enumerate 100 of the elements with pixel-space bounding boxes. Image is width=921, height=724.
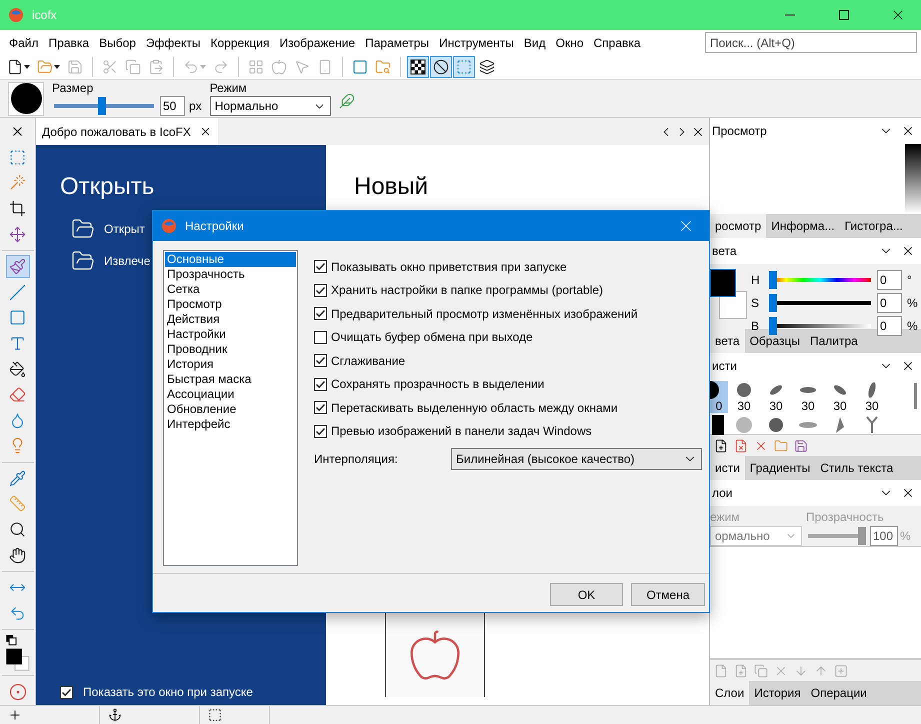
checkbox[interactable]	[314, 424, 327, 438]
panel-tab[interactable]: вета	[710, 329, 745, 353]
panel-tab[interactable]: Стиль текста	[815, 456, 898, 480]
cancel-button[interactable]: Отмена	[631, 583, 705, 606]
slider-thumb[interactable]	[769, 271, 777, 289]
checkerboard-button[interactable]	[407, 56, 429, 78]
channel-field[interactable]: 0	[877, 316, 902, 336]
category-item[interactable]: Ассоциации	[165, 387, 296, 402]
panel-tab[interactable]: Информа...	[766, 214, 840, 238]
ok-button[interactable]: OK	[550, 583, 623, 606]
panel-tab[interactable]: Гистогра...	[840, 214, 908, 238]
scissors-icon	[102, 59, 118, 75]
panel-tab[interactable]: Градиенты	[744, 456, 816, 480]
brush-preset[interactable]: 0	[710, 381, 728, 413]
slider-thumb[interactable]	[858, 527, 866, 545]
menu-item[interactable]: Файл	[4, 36, 44, 50]
panel-title: Просмотр	[712, 124, 768, 138]
redo-icon	[213, 59, 229, 75]
welcome-link[interactable]: Извлече	[104, 254, 150, 268]
panel-tab[interactable]: Операции	[806, 681, 872, 705]
menu-item[interactable]: Правка	[44, 36, 94, 50]
document-tab[interactable]: Добро пожаловать в IcoFX	[36, 118, 218, 145]
welcome-link[interactable]: Открыт	[104, 222, 145, 236]
merge-icon	[834, 664, 848, 678]
color-swatches-icon[interactable]	[710, 269, 750, 321]
rectangle-icon	[9, 309, 26, 326]
channel-label: H	[751, 273, 761, 287]
cursor-icon	[294, 59, 310, 75]
checkbox[interactable]	[314, 378, 327, 391]
template-tile[interactable]	[385, 613, 485, 697]
category-item[interactable]: Проводник	[165, 342, 296, 357]
scrollbar[interactable]	[914, 383, 917, 409]
menu-item[interactable]: Параметры	[360, 36, 434, 50]
file-icon	[7, 59, 23, 75]
channel-field[interactable]: 0	[877, 293, 902, 313]
interpolation-select[interactable]: Билинейная (высокое качество)	[451, 448, 702, 470]
text-icon	[9, 334, 26, 352]
menu-item[interactable]: Вид	[518, 36, 551, 50]
panel-title: вета	[712, 244, 738, 258]
category-item[interactable]: Обновление	[165, 402, 296, 417]
slider-thumb[interactable]	[98, 97, 106, 115]
checkbox[interactable]	[314, 260, 327, 274]
brush-preset[interactable]: 30	[792, 381, 824, 413]
checkbox[interactable]	[314, 330, 327, 344]
menu-item[interactable]: Окно	[550, 36, 588, 50]
menu-item[interactable]: Изображение	[274, 36, 360, 50]
mode-select[interactable]: Нормально	[210, 96, 331, 116]
checkbox[interactable]	[60, 686, 73, 698]
panel-tab[interactable]: исти	[710, 456, 745, 480]
open-heading: Открыть	[60, 173, 156, 201]
interpolation-label: Интерполяция:	[314, 452, 399, 466]
checkbox[interactable]	[314, 401, 327, 414]
anchor-icon	[108, 708, 122, 722]
folder-icon	[774, 438, 788, 452]
category-item[interactable]: Сетка	[165, 282, 296, 297]
category-item[interactable]: Быстрая маска	[165, 372, 296, 387]
opacity-field[interactable]: 100	[870, 526, 898, 546]
category-item[interactable]: Настройки	[165, 327, 296, 342]
category-item[interactable]: Интерфейс	[165, 417, 296, 432]
menu-item[interactable]: Справка	[588, 36, 646, 50]
brush-tip-icon	[769, 384, 783, 396]
panel-tab[interactable]: Слои	[710, 681, 750, 705]
channel-field[interactable]: 0	[877, 270, 902, 290]
checkbox[interactable]	[314, 284, 327, 297]
brush-preset[interactable]: 30	[824, 381, 856, 413]
brush-preview[interactable]	[8, 82, 44, 116]
panel-tab[interactable]: История	[749, 681, 806, 705]
panel-tab[interactable]: росмотр	[710, 214, 766, 238]
checkbox[interactable]	[314, 354, 327, 368]
panel-tab[interactable]: Палитра	[804, 329, 863, 353]
category-item[interactable]: Просмотр	[165, 297, 296, 312]
category-item[interactable]: История	[165, 357, 296, 372]
category-item[interactable]: Действия	[165, 312, 296, 327]
slider-thumb[interactable]	[769, 317, 777, 335]
brush-tip-icon	[868, 382, 876, 398]
close-icon	[901, 244, 915, 258]
folder-search-icon	[375, 59, 391, 75]
brush-preset[interactable]: 30	[728, 381, 760, 413]
brush-preset[interactable]: 30	[856, 381, 888, 413]
menu-item[interactable]: Эффекты	[140, 36, 206, 50]
checkbox[interactable]	[314, 307, 327, 320]
search-field[interactable]: Поиск... (Alt+Q)	[705, 32, 917, 53]
clipboard-icon	[148, 59, 164, 75]
color-swatches-icon[interactable]	[4, 633, 32, 672]
close-icon	[901, 359, 915, 373]
menu-item[interactable]: Коррекция	[205, 36, 274, 50]
brush-tip-icon	[800, 387, 816, 393]
slider-thumb[interactable]	[769, 294, 777, 312]
mask-button[interactable]	[430, 56, 452, 78]
brush-preset[interactable]: 30	[760, 381, 792, 413]
category-item[interactable]: Прозрачность	[165, 267, 296, 282]
category-item[interactable]: Основные	[165, 252, 296, 267]
blend-mode-select[interactable]: ормально	[710, 526, 802, 546]
size-field[interactable]: 50	[160, 96, 185, 116]
eraser-icon	[9, 386, 26, 404]
new-heading: Новый	[354, 173, 430, 201]
menu-item[interactable]: Инструменты	[434, 36, 519, 50]
menu-item[interactable]: Выбор	[94, 36, 141, 50]
option-label: Хранить настройки в папке программы (portable)	[331, 283, 604, 298]
checkbox-label: Показать это окно при запуске	[83, 685, 253, 699]
